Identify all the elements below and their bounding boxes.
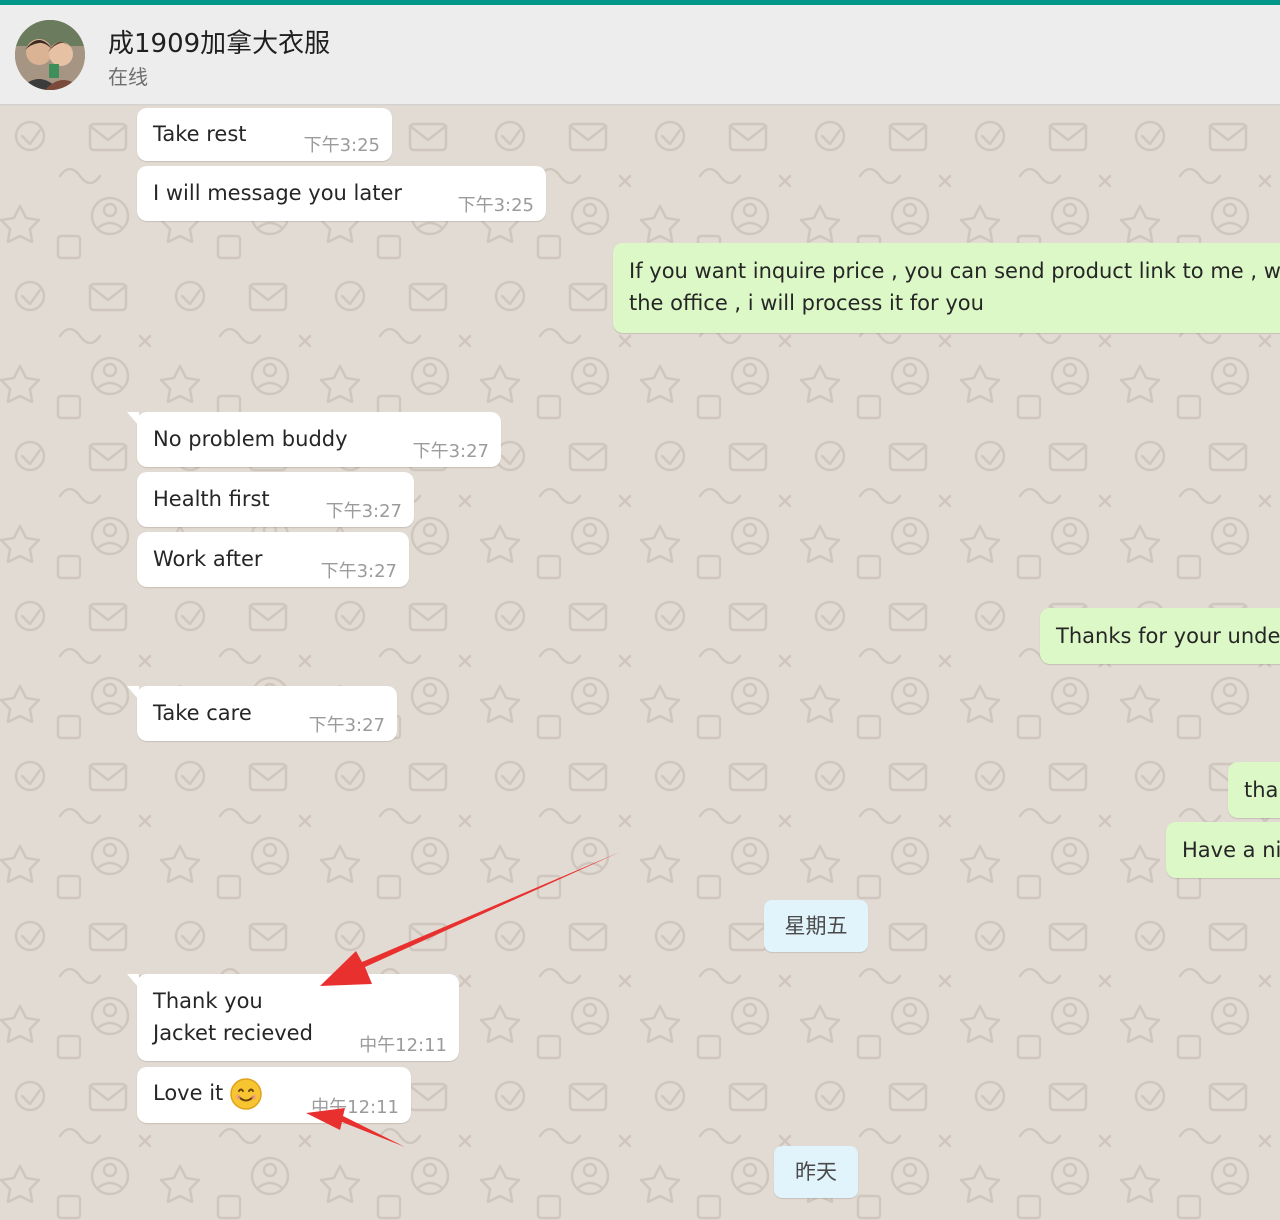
- contact-name[interactable]: 成1909加拿大衣服: [108, 23, 330, 60]
- message-bubble-incoming[interactable]: Health first 下午3:27: [137, 472, 414, 527]
- message-bubble-incoming[interactable]: Work after 下午3:27: [137, 532, 409, 587]
- message-bubble-incoming[interactable]: Take rest 下午3:25: [137, 108, 392, 161]
- smiling-face-emoji-icon: [230, 1078, 263, 1110]
- message-text-with-emoji: Love it: [153, 1077, 263, 1111]
- message-text: Thanks for your unde: [1056, 624, 1280, 648]
- message-text: Take care: [153, 701, 252, 725]
- message-time: 中午12:11: [359, 1035, 447, 1056]
- message-time: 下午3:25: [457, 195, 534, 216]
- contact-avatar[interactable]: [15, 20, 85, 90]
- message-text: Have a ni: [1182, 838, 1280, 862]
- message-text: I will message you later: [153, 181, 403, 205]
- message-text: Love it: [153, 1081, 224, 1105]
- message-text: Take rest: [153, 122, 247, 146]
- message-bubble-outgoing[interactable]: If you want inquire price , you can send…: [613, 243, 1280, 333]
- message-time: 下午3:25: [303, 135, 380, 156]
- date-separator-friday: 星期五: [764, 900, 868, 952]
- message-bubble-outgoing[interactable]: Thanks for your unde: [1040, 608, 1280, 664]
- bubble-tail: [127, 686, 139, 700]
- message-text: Health first: [153, 487, 270, 511]
- message-bubble-incoming[interactable]: I will message you later 下午3:25: [137, 166, 546, 221]
- message-bubble-incoming[interactable]: No problem buddy 下午3:27: [127, 412, 501, 467]
- chat-header[interactable]: 成1909加拿大衣服 在线: [0, 5, 1280, 105]
- message-list[interactable]: Take rest 下午3:25 I will message you late…: [0, 106, 1280, 1220]
- message-time: 中午12:11: [311, 1097, 399, 1118]
- message-bubble-outgoing[interactable]: tha: [1228, 762, 1280, 818]
- message-text: No problem buddy: [153, 427, 348, 451]
- message-time: 下午3:27: [308, 715, 385, 736]
- date-separator-yesterday: 昨天: [774, 1146, 858, 1198]
- contact-status: 在线: [108, 65, 148, 89]
- message-time: 下午3:27: [325, 501, 402, 522]
- bubble-tail: [127, 974, 139, 988]
- message-text-line-2: Jacket recieved: [153, 1021, 313, 1045]
- message-bubble-incoming[interactable]: Take care 下午3:27: [127, 686, 397, 741]
- chat-window: 成1909加拿大衣服 在线 Take rest 下午3:25 I will me…: [0, 0, 1280, 1220]
- message-bubble-outgoing[interactable]: Have a ni: [1166, 822, 1280, 878]
- message-text-line-1: If you want inquire price , you can send…: [629, 259, 1280, 283]
- message-bubble-incoming[interactable]: Love it 中午12:11: [137, 1067, 411, 1123]
- message-text: Work after: [153, 547, 263, 571]
- message-text-line-2: the office , i will process it for you: [629, 291, 984, 315]
- message-time: 下午3:27: [320, 561, 397, 582]
- bubble-tail: [127, 412, 139, 426]
- message-text-line-1: Thank you: [153, 989, 263, 1013]
- message-text: tha: [1244, 778, 1279, 802]
- message-time: 下午3:27: [412, 441, 489, 462]
- message-bubble-incoming[interactable]: Thank you Jacket recieved 中午12:11: [127, 974, 459, 1061]
